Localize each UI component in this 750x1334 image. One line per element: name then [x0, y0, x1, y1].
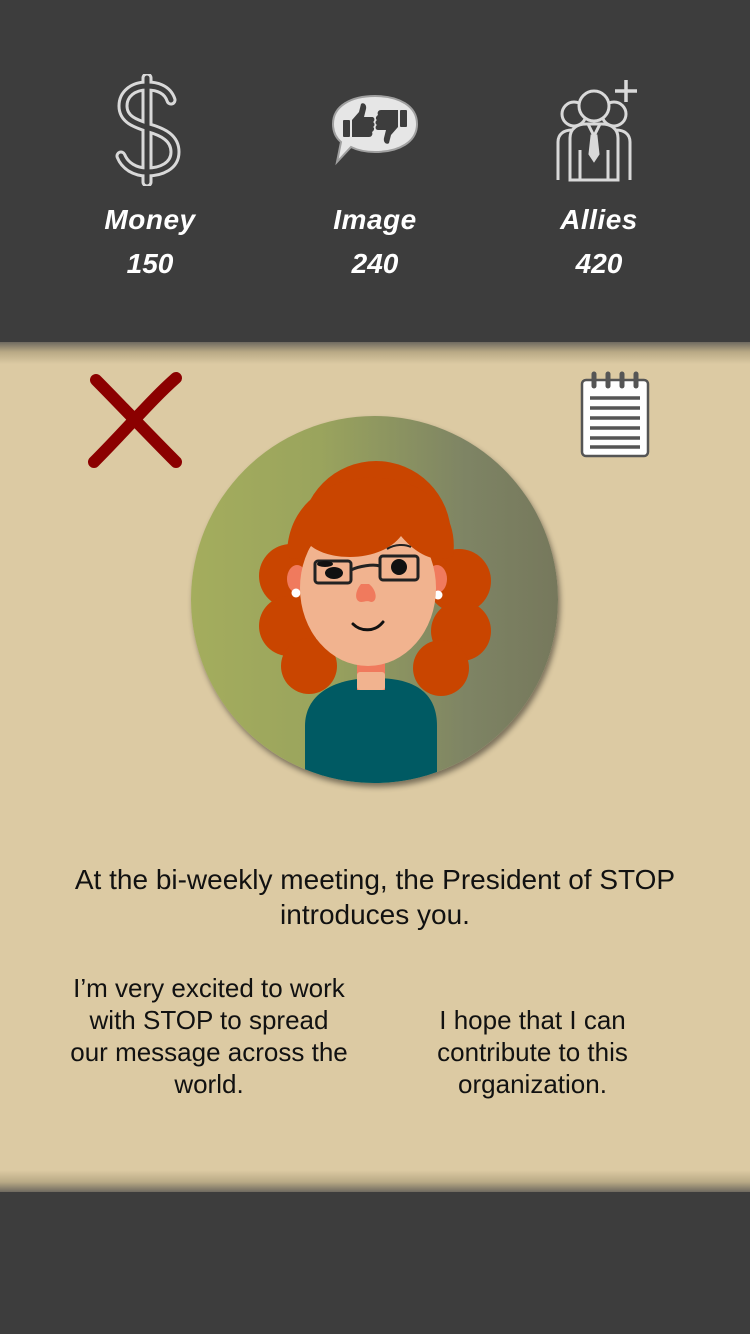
- bottom-bar: [0, 1192, 750, 1334]
- stat-image-value: 240: [351, 248, 399, 279]
- notes-button[interactable]: [576, 370, 654, 460]
- stat-allies-value: 420: [575, 248, 623, 279]
- card-bottom-shadow: [0, 1170, 750, 1192]
- close-x-icon: [88, 372, 182, 468]
- stat-money: Money 150: [50, 70, 250, 280]
- notepad-icon: [580, 371, 650, 458]
- add-allies-icon: [499, 70, 699, 190]
- close-button[interactable]: [86, 370, 186, 470]
- character-portrait: [191, 416, 558, 783]
- stat-image: Image 240: [275, 70, 475, 280]
- choice-option-2[interactable]: I hope that I can contribute to this org…: [400, 1004, 665, 1100]
- stat-allies: Allies 420: [499, 70, 699, 280]
- event-card: At the bi-weekly meeting, the President …: [0, 342, 750, 1192]
- narration-text: At the bi-weekly meeting, the President …: [74, 864, 676, 930]
- dollar-icon: [50, 70, 250, 190]
- stat-image-label: Image: [333, 204, 417, 235]
- card-top-shadow: [0, 342, 750, 364]
- stat-money-label: Money: [104, 204, 196, 235]
- choice-option-1[interactable]: I’m very excited to work with STOP to sp…: [70, 972, 348, 1100]
- president-avatar: [259, 461, 491, 783]
- stats-bar: Money 150 Image 240 Allies 420: [0, 0, 750, 342]
- thumbs-up-down-icon: [275, 70, 475, 190]
- stat-money-value: 150: [126, 248, 174, 279]
- stat-allies-label: Allies: [560, 204, 638, 235]
